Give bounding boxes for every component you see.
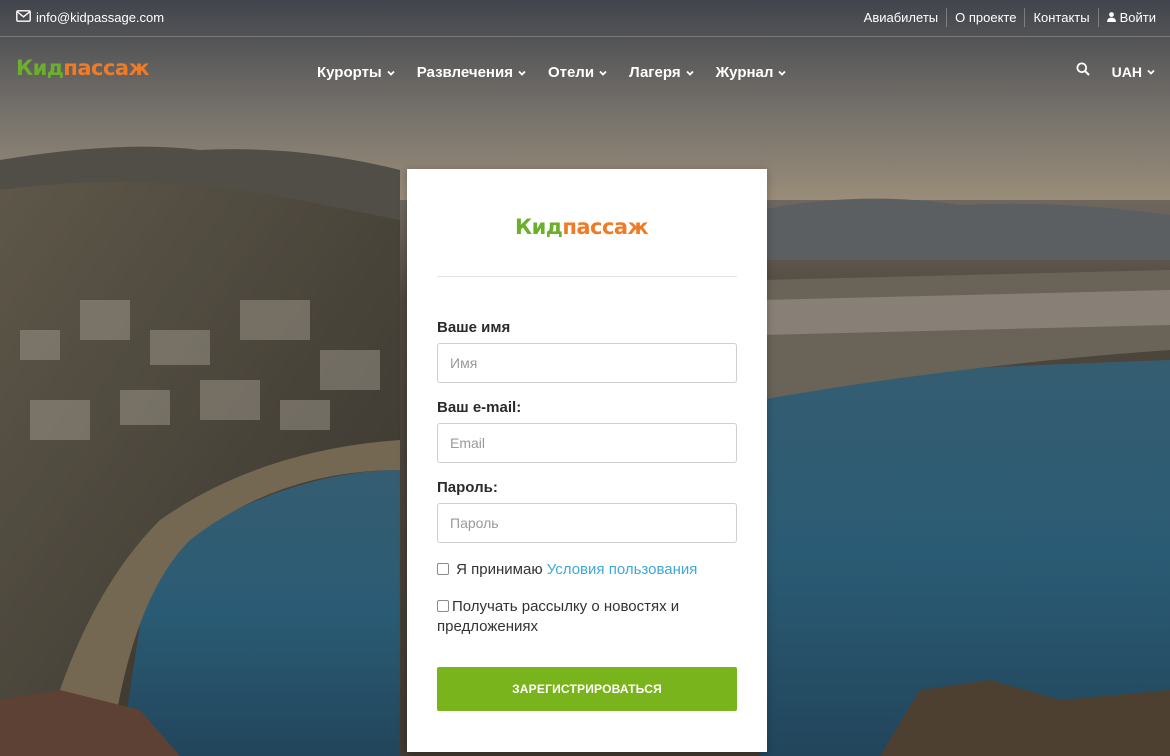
logo-part-2: пассаж — [63, 56, 149, 80]
nav-entertainment-label: Развлечения — [416, 64, 513, 81]
chevron-down-icon — [518, 70, 526, 76]
password-input[interactable] — [437, 503, 737, 543]
nav-entertainment[interactable]: Развлечения — [417, 64, 527, 81]
registration-card: Кидпассаж Ваше имя Ваш e-mail: Пароль: Я… — [407, 169, 767, 752]
header-right: UAH — [1076, 62, 1156, 81]
currency-label: UAH — [1111, 63, 1142, 80]
logo-part-1: Кид — [16, 56, 64, 80]
login-link[interactable]: Войти — [1097, 8, 1170, 27]
nav-journal[interactable]: Журнал — [716, 64, 788, 81]
top-links: Авиабилеты О проекте Контакты Войти — [856, 8, 1170, 27]
newsletter-checkbox[interactable] — [437, 600, 449, 612]
contact-email[interactable]: info@kidpassage.com — [16, 10, 164, 25]
logo-wordmark: Кидпассаж — [16, 56, 149, 80]
chevron-down-icon — [1147, 69, 1155, 75]
card-logo-part-1: Кид — [515, 215, 563, 239]
top-bar: info@kidpassage.com Авиабилеты О проекте… — [0, 0, 1170, 37]
header-logo[interactable]: Кидпассаж — [16, 56, 149, 80]
card-divider — [437, 276, 737, 277]
nav-resorts-label: Курорты — [317, 64, 382, 81]
nav-journal-label: Журнал — [715, 64, 774, 81]
terms-row: Я принимаю Условия пользования — [437, 560, 737, 580]
login-label: Войти — [1119, 10, 1156, 25]
currency-selector[interactable]: UAH — [1112, 64, 1156, 80]
register-button[interactable]: ЗАРЕГИСТРИРОВАТЬСЯ — [437, 667, 737, 711]
nav-camps[interactable]: Лагеря — [629, 64, 695, 81]
newsletter-row: Получать рассылку о новостях и предложен… — [437, 597, 737, 637]
email-label: Ваш e-mail: — [437, 399, 522, 416]
name-input[interactable] — [437, 343, 737, 383]
chevron-down-icon — [685, 70, 694, 76]
chevron-down-icon — [387, 70, 395, 76]
name-label: Ваше имя — [437, 319, 511, 336]
about-link[interactable]: О проекте — [946, 8, 1024, 27]
chevron-down-icon — [778, 70, 787, 76]
user-icon — [1106, 10, 1116, 25]
terms-prefix: Я принимаю — [456, 561, 543, 578]
nav-hotels[interactable]: Отели — [548, 64, 608, 81]
card-logo-part-2: пассаж — [562, 215, 648, 239]
main-nav: Курорты Развлечения Отели Лагеря Журнал — [317, 64, 808, 81]
flights-link[interactable]: Авиабилеты — [856, 8, 946, 27]
password-label: Пароль: — [437, 479, 498, 496]
card-logo: Кидпассаж — [515, 215, 648, 239]
contacts-link[interactable]: Контакты — [1024, 8, 1097, 27]
card-logo-wordmark: Кидпассаж — [515, 215, 648, 239]
email-text: info@kidpassage.com — [36, 10, 165, 25]
chevron-down-icon — [599, 70, 607, 76]
nav-hotels-label: Отели — [547, 64, 595, 81]
email-input[interactable] — [437, 423, 737, 463]
nav-resorts[interactable]: Курорты — [317, 64, 396, 81]
envelope-icon — [16, 10, 31, 25]
terms-link[interactable]: Условия пользования — [547, 561, 698, 578]
search-icon[interactable] — [1076, 62, 1090, 81]
nav-camps-label: Лагеря — [629, 64, 681, 81]
newsletter-label: Получать рассылку о новостях и предложен… — [437, 598, 680, 635]
terms-checkbox[interactable] — [437, 563, 449, 575]
